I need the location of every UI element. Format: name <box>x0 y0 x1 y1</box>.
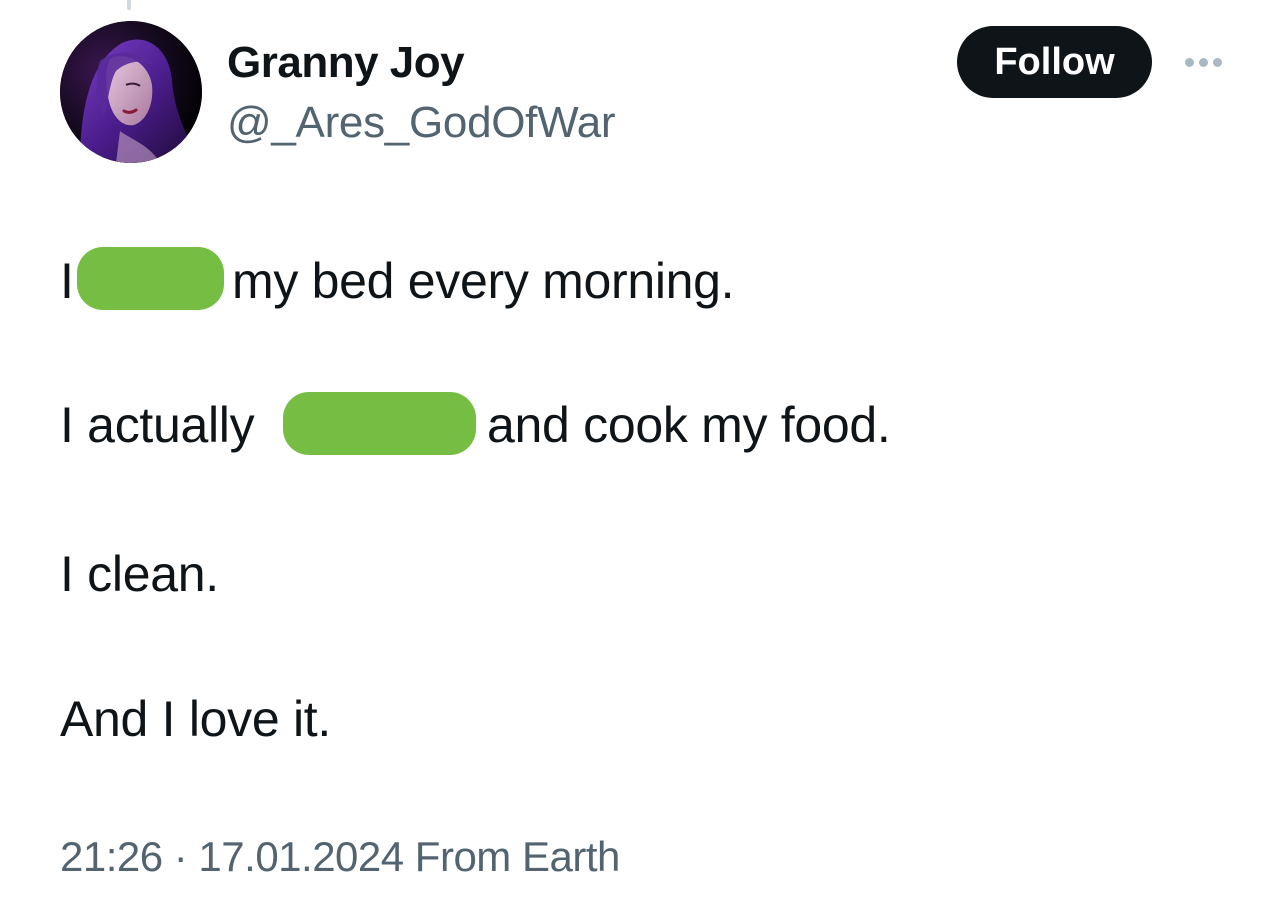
tweet-line-4: And I love it. <box>60 691 331 747</box>
more-options-icon[interactable] <box>1178 46 1228 78</box>
tweet-line-2-end: and cook my food. <box>487 397 891 453</box>
tweet-timestamp[interactable]: 21:26 · 17.01.2024 From Earth <box>60 836 620 878</box>
redaction-mark <box>77 247 224 310</box>
tweet-line-1-end: my bed every morning. <box>232 253 735 309</box>
author-handle[interactable]: @_Ares_GodOfWar <box>227 98 616 148</box>
more-dot <box>1198 57 1208 67</box>
follow-button[interactable]: Follow <box>957 26 1152 98</box>
tweet-line-3: I clean. <box>60 546 219 602</box>
more-dot <box>1212 57 1222 67</box>
redaction-mark <box>283 392 476 455</box>
tweet-line-2-start: I actually <box>60 397 255 453</box>
tweet-line-1-start: I <box>60 253 74 309</box>
author-display-name[interactable]: Granny Joy <box>227 38 465 88</box>
avatar-image <box>60 21 202 163</box>
avatar[interactable] <box>60 21 202 163</box>
thread-connector <box>127 0 131 10</box>
more-dot <box>1184 57 1194 67</box>
